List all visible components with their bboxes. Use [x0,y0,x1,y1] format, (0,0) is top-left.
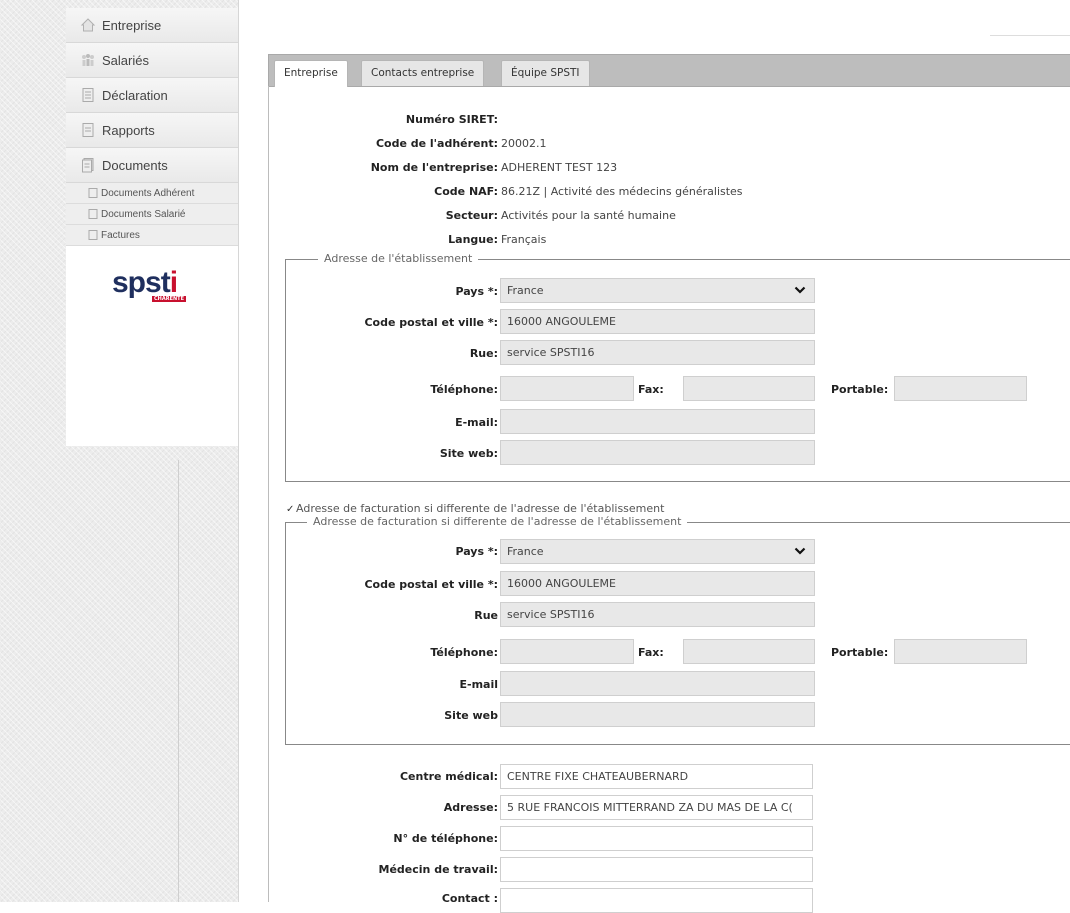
telephone-medical-field[interactable] [500,826,813,851]
facturation-pays-select[interactable]: France [500,539,815,564]
sidebar-item-salaries[interactable]: Salariés [66,43,238,78]
telephone-field[interactable] [500,376,634,401]
nom-entreprise-value: ADHERENT TEST 123 [501,161,618,174]
medecin-travail-label: Médecin de travail: [378,863,499,876]
code-adherent-value: 20002.1 [501,137,547,150]
sidebar-item-declaration[interactable]: Déclaration [66,78,238,113]
facturation-rue-field[interactable]: service SPSTI16 [500,602,815,627]
centre-medical-field[interactable]: CENTRE FIXE CHATEAUBERNARD [500,764,813,789]
logo-subtitle: CHARENTE [152,296,186,302]
facturation-legend: Adresse de facturation si differente de … [307,515,688,528]
nom-entreprise-label: Nom de l'entreprise: [370,161,498,174]
fax-label: Fax: [638,383,664,396]
sidebar-item-documents[interactable]: Documents [66,148,238,183]
sidebar-subitem-label: Factures [101,229,140,241]
facturation-telephone-field[interactable] [500,639,634,664]
pays-label: Pays *: [455,285,498,298]
email-field[interactable] [500,409,815,434]
facturation-fax-field[interactable] [683,639,815,664]
langue-label: Langue: [448,233,498,246]
site-web-label: Site web: [439,447,498,460]
portable-label: Portable: [831,383,889,396]
secteur-value: Activités pour la santé humaine [501,209,676,222]
tab-equipe-spsti[interactable]: Équipe SPSTI [501,60,590,86]
code-adherent-label: Code de l'adhérent: [375,137,498,150]
sidebar: Entreprise Salariés Déclaration Rapports… [66,8,238,446]
sidebar-item-label: Documents [102,157,168,173]
portable-label: Portable: [831,646,889,659]
checkmark-icon: ✓ [286,504,295,515]
people-icon [80,52,96,68]
facturation-code-postal-field[interactable]: 16000 ANGOULEME [500,571,815,596]
chevron-down-icon [794,286,806,294]
logo-area: spsti CHARENTE [66,246,238,446]
facturation-email-field[interactable] [500,671,815,696]
sidebar-item-rapports[interactable]: Rapports [66,113,238,148]
sidebar-subitem-label: Documents Salarié [101,208,186,220]
sidebar-item-label: Déclaration [102,87,168,103]
rue-label: Rue: [469,347,498,360]
facturation-portable-field[interactable] [894,639,1027,664]
file-icon [88,230,98,240]
etablissement-legend: Adresse de l'établissement [318,252,479,265]
sidebar-item-label: Rapports [102,122,155,138]
telephone-medical-label: N° de téléphone: [393,832,498,845]
facturation-checkbox[interactable]: ✓ Adresse de facturation si differente de… [286,502,664,515]
sidebar-subitem-documents-adherent[interactable]: Documents Adhérent [66,183,238,204]
top-divider [990,35,1070,36]
facturation-site-web-field[interactable] [500,702,815,727]
file-icon [88,188,98,198]
report-icon [80,122,96,138]
document-icon [80,87,96,103]
code-postal-label: Code postal et ville *: [364,316,498,329]
rue-field[interactable]: service SPSTI16 [500,340,815,365]
spsti-logo: spsti [112,266,178,299]
pays-label: Pays *: [455,545,498,558]
sidebar-subitem-label: Documents Adhérent [101,187,195,199]
portable-field[interactable] [894,376,1027,401]
chevron-down-icon [794,547,806,555]
column-divider [178,460,179,902]
sidebar-item-label: Entreprise [102,17,162,33]
medecin-travail-field[interactable] [500,857,813,882]
code-naf-label: Code NAF: [434,185,498,198]
sidebar-item-label: Salariés [102,52,149,68]
adresse-field[interactable]: 5 RUE FRANCOIS MITTERRAND ZA DU MAS DE L… [500,795,813,820]
fax-field[interactable] [683,376,815,401]
code-postal-label: Code postal et ville *: [364,578,498,591]
file-icon [88,209,98,219]
tab-contacts-entreprise[interactable]: Contacts entreprise [361,60,485,86]
contact-field[interactable] [500,888,813,913]
centre-medical-label: Centre médical: [399,770,498,783]
documents-icon [80,157,96,173]
site-web-label: Site web [444,709,498,722]
tab-bar: Entreprise Contacts entreprise Équipe SP… [268,54,1070,87]
adresse-label: Adresse: [443,801,498,814]
code-postal-field[interactable]: 16000 ANGOULEME [500,309,815,334]
tab-entreprise[interactable]: Entreprise [274,60,348,87]
sidebar-border [238,0,239,902]
siret-label: Numéro SIRET: [405,113,498,126]
contact-label: Contact : [441,892,498,905]
site-web-field[interactable] [500,440,815,465]
sidebar-subitem-documents-salarie[interactable]: Documents Salarié [66,204,238,225]
telephone-label: Téléphone: [430,646,498,659]
sidebar-subitem-factures[interactable]: Factures [66,225,238,246]
home-icon [80,17,96,33]
email-label: E-mail [459,678,498,691]
sidebar-item-entreprise[interactable]: Entreprise [66,8,238,43]
rue-label: Rue [474,609,498,622]
code-naf-value: 86.21Z | Activité des médecins généralis… [501,185,743,198]
fax-label: Fax: [638,646,664,659]
telephone-label: Téléphone: [430,383,498,396]
langue-value: Français [501,233,547,246]
secteur-label: Secteur: [445,209,498,222]
pays-select[interactable]: France [500,278,815,303]
email-label: E-mail: [455,416,498,429]
